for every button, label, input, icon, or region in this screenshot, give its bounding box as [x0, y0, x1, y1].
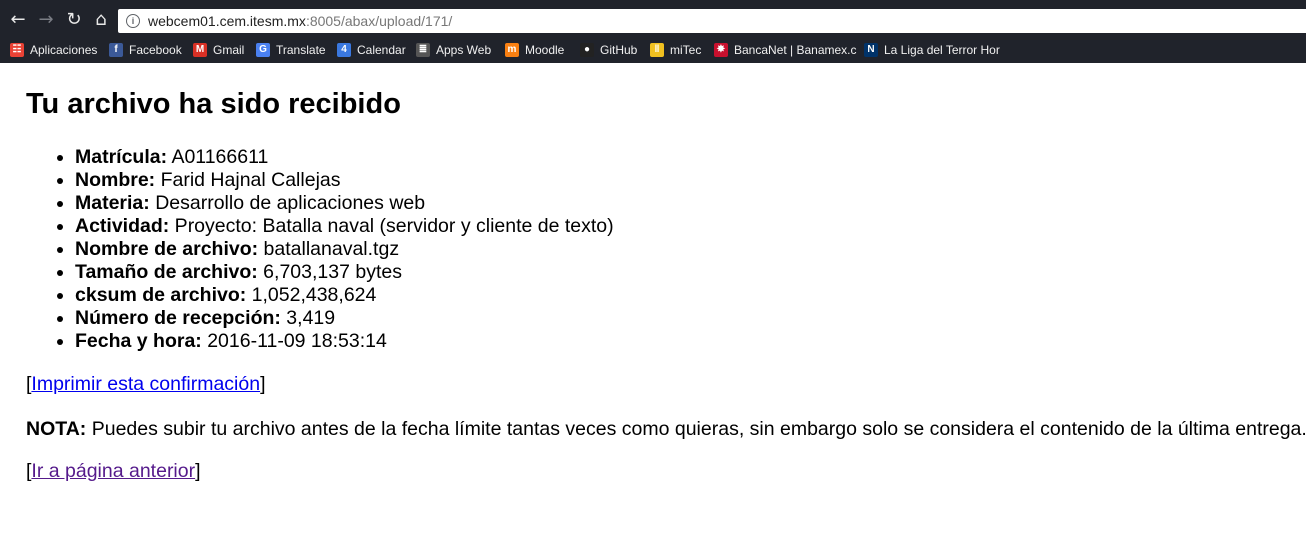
page-title: Tu archivo ha sido recibido [26, 88, 401, 120]
detail-item: cksum de archivo: 1,052,438,624 [75, 284, 614, 307]
url-text[interactable]: webcem01.cem.itesm.mx:8005/abax/upload/1… [148, 13, 452, 29]
mitec-icon: ‖ [650, 43, 664, 57]
gmail-icon: M [193, 43, 207, 57]
note-text: Puedes subir tu archivo antes de la fech… [86, 418, 1306, 440]
navigation-bar: ← → ↻ ⌂ i webcem01.cem.itesm.mx:8005/aba… [0, 0, 1306, 38]
detail-value: Farid Hajnal Callejas [155, 169, 341, 191]
bookmark-label: BancaNet | Banamex.c [734, 43, 857, 57]
detail-value: batallanaval.tgz [258, 238, 400, 260]
reload-icon[interactable]: ↻ [62, 8, 86, 32]
facebook-icon: f [109, 43, 123, 57]
detail-value: Proyecto: Batalla naval (servidor y clie… [169, 215, 614, 237]
detail-item: Nombre de archivo: batallanaval.tgz [75, 238, 614, 261]
receipt-details-list: Matrícula: A01166611Nombre: Farid Hajnal… [26, 146, 614, 353]
github-icon: ● [580, 43, 594, 57]
print-link-line: [Imprimir esta confirmación] [26, 373, 265, 396]
detail-item: Nombre: Farid Hajnal Callejas [75, 169, 614, 192]
detail-item: Materia: Desarrollo de aplicaciones web [75, 192, 614, 215]
detail-value: A01166611 [167, 146, 269, 168]
detail-key: Fecha y hora: [75, 330, 202, 352]
detail-item: Número de recepción: 3,419 [75, 307, 614, 330]
detail-value: 3,419 [280, 307, 336, 329]
bookmark-item[interactable]: ≣ Apps Web [416, 41, 491, 59]
detail-key: Nombre de archivo: [75, 238, 259, 260]
detail-key: Número de recepción: [75, 307, 281, 329]
bookmark-item[interactable]: m Moodle [505, 41, 564, 59]
forward-arrow-icon[interactable]: → [34, 8, 58, 32]
detail-key: cksum de archivo: [75, 284, 247, 306]
bookmark-item[interactable]: ☷ Aplicaciones [10, 41, 97, 59]
bookmark-label: Aplicaciones [30, 43, 98, 57]
bracket-close: ] [195, 460, 201, 482]
page-content: Tu archivo ha sido recibido Matrícula: A… [26, 88, 1306, 482]
bookmark-label: Facebook [129, 43, 182, 57]
detail-key: Materia: [75, 192, 150, 214]
bookmark-label: Apps Web [436, 43, 492, 57]
note-paragraph: NOTA: Puedes subir tu archivo antes de l… [26, 418, 1306, 441]
nfl-icon: N [864, 43, 878, 57]
moodle-icon: m [505, 43, 519, 57]
bookmark-label: Translate [276, 43, 326, 57]
bracket-close: ] [260, 373, 266, 395]
detail-item: Matrícula: A01166611 [75, 146, 614, 169]
detail-value: 6,703,137 bytes [257, 261, 402, 283]
home-icon[interactable]: ⌂ [89, 8, 113, 32]
back-link-line: [Ir a página anterior] [26, 460, 201, 483]
bookmark-label: GitHub [600, 43, 638, 57]
detail-item: Actividad: Proyecto: Batalla naval (serv… [75, 215, 614, 238]
bookmark-item[interactable]: ● GitHub [580, 41, 637, 59]
detail-value: 1,052,438,624 [246, 284, 377, 306]
info-icon[interactable]: i [126, 14, 140, 28]
detail-value: Desarrollo de aplicaciones web [149, 192, 426, 214]
detail-key: Nombre: [75, 169, 156, 191]
bookmark-label: miTec [670, 43, 702, 57]
bookmark-label: Calendar [357, 43, 406, 57]
bookmark-label: Moodle [525, 43, 565, 57]
document-icon: ≣ [416, 43, 430, 57]
detail-item: Tamaño de archivo: 6,703,137 bytes [75, 261, 614, 284]
bookmark-item[interactable]: ✸ BancaNet | Banamex.c [714, 41, 857, 59]
bookmark-item[interactable]: M Gmail [193, 41, 244, 59]
url-path: :8005/abax/upload/171/ [305, 13, 453, 29]
address-bar[interactable]: i webcem01.cem.itesm.mx:8005/abax/upload… [118, 9, 1306, 33]
previous-page-link[interactable]: Ir a página anterior [31, 460, 195, 482]
bookmark-item[interactable]: f Facebook [109, 41, 182, 59]
detail-value: 2016-11-09 18:53:14 [201, 330, 387, 352]
back-arrow-icon[interactable]: ← [6, 8, 30, 32]
bookmark-label: Gmail [213, 43, 245, 57]
translate-icon: G [256, 43, 270, 57]
bookmark-item[interactable]: 4 Calendar [337, 41, 406, 59]
browser-chrome: ← → ↻ ⌂ i webcem01.cem.itesm.mx:8005/aba… [0, 0, 1306, 63]
detail-key: Matrícula: [75, 146, 168, 168]
calendar-icon: 4 [337, 43, 351, 57]
banamex-icon: ✸ [714, 43, 728, 57]
bookmark-label: La Liga del Terror Hor [884, 43, 1000, 57]
bookmark-item[interactable]: G Translate [256, 41, 326, 59]
note-label: NOTA: [26, 418, 87, 440]
bookmark-item[interactable]: N La Liga del Terror Hor [864, 41, 1000, 59]
apps-grid-icon: ☷ [10, 43, 24, 57]
bookmark-item[interactable]: ‖ miTec [650, 41, 701, 59]
url-host: webcem01.cem.itesm.mx [148, 13, 306, 29]
detail-key: Tamaño de archivo: [75, 261, 258, 283]
print-confirmation-link[interactable]: Imprimir esta confirmación [31, 373, 260, 395]
detail-key: Actividad: [75, 215, 170, 237]
bookmarks-bar: ☷ Aplicaciones f Facebook M Gmail G Translate 4 C… [0, 38, 1306, 62]
detail-item: Fecha y hora: 2016-11-09 18:53:14 [75, 330, 614, 353]
